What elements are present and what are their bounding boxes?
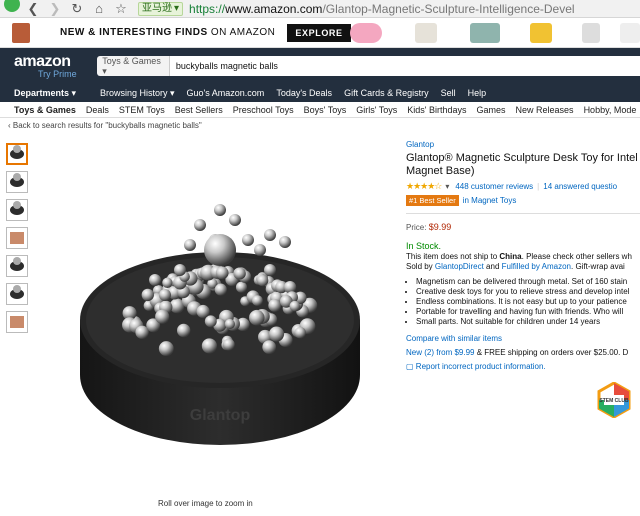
- promo-banner[interactable]: NEW & INTERESTING FINDS ON AMAZON EXPLOR…: [0, 18, 640, 48]
- amazon-logo[interactable]: amazon Try Prime: [14, 53, 89, 79]
- price-value: $9.99: [428, 222, 452, 232]
- feature-bullet: Creative desk toys for you to relieve st…: [416, 287, 640, 297]
- feature-bullet: Magnetism can be delivered through metal…: [416, 277, 640, 287]
- extension-icon[interactable]: [0, 0, 22, 18]
- stem-club-badge[interactable]: STEM CLUB: [596, 382, 632, 418]
- nav-my-amazon[interactable]: Guo's Amazon.com: [187, 88, 265, 98]
- promo-product-image[interactable]: [415, 23, 437, 43]
- answered-questions-link[interactable]: 14 answered questio: [543, 182, 617, 191]
- stock-status: In Stock.: [406, 241, 442, 251]
- report-info-link[interactable]: ▢ Report incorrect product information.: [406, 362, 640, 371]
- thumbnail[interactable]: [6, 143, 28, 165]
- subnav-item[interactable]: Games: [477, 105, 506, 115]
- svg-text:STEM CLUB: STEM CLUB: [599, 398, 629, 404]
- url-host: www.amazon.com: [225, 1, 323, 16]
- forward-icon[interactable]: ❯: [44, 1, 66, 17]
- feature-bullet: Endless combinations. It is not easy but…: [416, 297, 640, 307]
- departments-menu[interactable]: Departments ▾: [14, 88, 100, 99]
- best-seller-row: #1 Best Seller in Magnet Toys: [406, 195, 640, 206]
- thumbnail-list: [6, 143, 28, 339]
- product-title: Glantop® Magnetic Sculpture Desk Toy for…: [406, 152, 638, 177]
- promo-text: NEW & INTERESTING FINDS ON AMAZON: [60, 27, 276, 38]
- subnav-item[interactable]: STEM Toys: [119, 105, 165, 115]
- search-bar: Toys & Games ▾ buckyballs magnetic balls: [97, 56, 640, 76]
- explore-button[interactable]: EXPLORE: [287, 23, 351, 42]
- star-icon[interactable]: ☆: [110, 1, 132, 17]
- url-path: /Glantop-Magnetic-Sculpture-Intelligence…: [322, 1, 575, 16]
- subnav-item[interactable]: Hobby, Mode: [584, 105, 637, 115]
- product-info: Glantop Glantop® Magnetic Sculpture Desk…: [406, 140, 640, 371]
- thumbnail[interactable]: [6, 227, 28, 249]
- thumbnail[interactable]: [6, 283, 28, 305]
- product-image[interactable]: Glantop: [70, 150, 390, 450]
- feature-bullet: Portable for travelling and having fun w…: [416, 307, 640, 317]
- comment-icon: ▢: [406, 362, 414, 371]
- best-seller-badge[interactable]: #1 Best Seller: [406, 195, 459, 206]
- promo-product-image[interactable]: [470, 23, 500, 43]
- new-offers-link[interactable]: New (2) from $9.99: [406, 348, 474, 357]
- main-nav: Departments ▾ Browsing History ▾ Guo's A…: [0, 84, 640, 102]
- back-to-results-link[interactable]: ‹ Back to search results for "buckyballs…: [8, 121, 202, 130]
- compare-link[interactable]: Compare with similar items: [406, 334, 640, 343]
- search-category-select[interactable]: Toys & Games ▾: [97, 56, 170, 76]
- try-prime-link[interactable]: Try Prime: [38, 69, 89, 79]
- fulfilled-link[interactable]: Fulfilled by Amazon: [502, 262, 571, 271]
- mug-image: [12, 22, 30, 43]
- thumbnail[interactable]: [6, 255, 28, 277]
- subnav-item[interactable]: Preschool Toys: [233, 105, 294, 115]
- thumbnail[interactable]: [6, 311, 28, 333]
- nav-gift-cards[interactable]: Gift Cards & Registry: [344, 88, 429, 98]
- sold-by: Sold by GlantopDirect and Fulfilled by A…: [406, 262, 625, 271]
- zoom-caption: Roll over image to zoom in: [158, 499, 253, 508]
- thumbnail[interactable]: [6, 199, 28, 221]
- subnav-item[interactable]: Girls' Toys: [356, 105, 397, 115]
- feature-bullets: Magnetism can be delivered through metal…: [406, 277, 640, 327]
- subnav-item[interactable]: Best Sellers: [175, 105, 223, 115]
- brand-link[interactable]: Glantop: [406, 140, 640, 149]
- subnav-item[interactable]: Toys & Games: [14, 105, 76, 115]
- star-rating-icon[interactable]: ★★★★☆: [406, 181, 442, 192]
- nav-todays-deals[interactable]: Today's Deals: [276, 88, 332, 98]
- category-subnav: Toys & Games Deals STEM Toys Best Seller…: [0, 102, 640, 118]
- nav-sell[interactable]: Sell: [441, 88, 456, 98]
- subnav-item[interactable]: Boys' Toys: [304, 105, 347, 115]
- subnav-item[interactable]: Kids' Birthdays: [407, 105, 466, 115]
- rating-row: ★★★★☆ ▾ 448 customer reviews | 14 answer…: [406, 181, 618, 192]
- thumbnail[interactable]: [6, 171, 28, 193]
- promo-product-image[interactable]: [620, 23, 640, 43]
- price-row: Price: $9.99: [406, 222, 452, 232]
- new-offers: New (2) from $9.99 & FREE shipping on or…: [406, 348, 629, 357]
- back-icon[interactable]: ❮: [22, 1, 44, 17]
- home-icon[interactable]: ⌂: [88, 1, 110, 16]
- reviews-link[interactable]: 448 customer reviews: [455, 182, 533, 191]
- base-brand-emboss: Glantop: [190, 407, 251, 424]
- site-tag-badge[interactable]: 亚马逊 ▾: [138, 1, 184, 16]
- reload-icon[interactable]: ↻: [66, 1, 88, 17]
- nav-help[interactable]: Help: [468, 88, 487, 98]
- url-scheme: https://: [189, 1, 226, 16]
- site-header: amazon Try Prime Toys & Games ▾ buckybal…: [0, 48, 640, 84]
- best-seller-category-link[interactable]: in Magnet Toys: [463, 196, 517, 205]
- search-input[interactable]: buckyballs magnetic balls: [169, 56, 640, 76]
- promo-product-image[interactable]: [582, 23, 600, 43]
- address-bar[interactable]: https://www.amazon.com/Glantop-Magnetic-…: [189, 2, 589, 16]
- nav-browsing-history[interactable]: Browsing History ▾: [100, 88, 175, 99]
- subnav-item[interactable]: Deals: [86, 105, 109, 115]
- feature-bullet: Small parts. Not suitable for children u…: [416, 317, 640, 327]
- shipping-note: This item does not ship to China. Please…: [406, 252, 632, 261]
- promo-product-image[interactable]: [350, 23, 382, 43]
- seller-link[interactable]: GlantopDirect: [435, 262, 484, 271]
- chevron-down-icon[interactable]: ▾: [445, 182, 449, 191]
- browser-toolbar: ❮ ❯ ↻ ⌂ ☆ 亚马逊 ▾ https://www.amazon.com/Gl…: [0, 0, 640, 18]
- subnav-item[interactable]: New Releases: [516, 105, 574, 115]
- promo-product-image[interactable]: [530, 23, 552, 43]
